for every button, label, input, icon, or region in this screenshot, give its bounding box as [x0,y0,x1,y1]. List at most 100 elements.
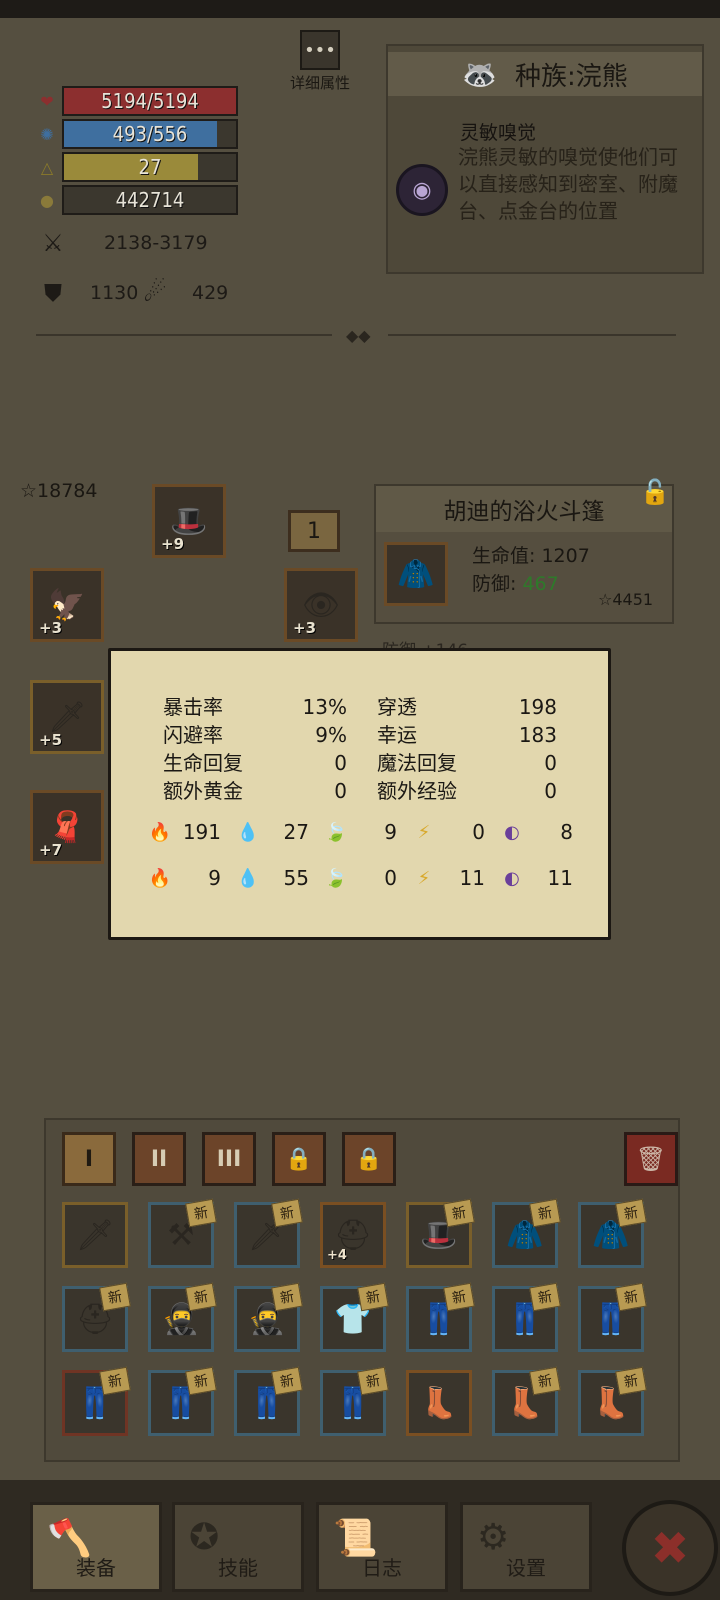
nav-settings-label: 设置 [506,1556,546,1580]
new-badge: 新 [271,1282,303,1312]
mp-text: 493/556 [112,122,188,146]
inventory-item[interactable]: 🗡 [62,1202,128,1268]
inventory-item[interactable]: 🥷 新 [234,1282,303,1352]
count-badge: 1 [288,510,340,552]
more-icon: ••• [300,30,340,70]
gold-icon: ● [40,190,54,210]
new-badge: 新 [99,1366,131,1396]
game-screen: ❤ 5194/5194 ✺ 493/556 △ 27 ● 442714 ⚔ 21… [0,0,720,1600]
race-panel: 🦝 种族:浣熊 灵敏嗅觉 ◉ 浣熊灵敏的嗅觉使他们可以直接感知到密室、附魔台、点… [386,44,704,274]
nav-skills-button[interactable]: ✪ 技能 [172,1502,304,1592]
divider-right [388,334,676,336]
new-badge: 新 [185,1198,217,1228]
inventory-item[interactable]: 👖 新 [492,1282,561,1352]
hp-bar: 5194/5194 [62,86,238,116]
inventory-item[interactable]: 🧥 新 [578,1198,647,1268]
item-icon: 🗡 [75,1217,115,1253]
resist-elements-row: 🔥 9 💧 55 🍃 0 ⚡ 11 ◐ 11 [148,866,573,890]
inventory-tab-locked-4[interactable]: 🔒 [272,1132,326,1186]
trash-button[interactable]: 🗑 [624,1132,678,1186]
fire-attack-icon: 🔥 [148,821,172,843]
inventory-item[interactable]: 👖 新 [62,1366,131,1436]
nav-skills-label: 技能 [218,1556,258,1580]
level-icon: △ [40,157,54,177]
axe-icon: 🪓 [47,1518,92,1559]
item-title: 胡迪的浴火斗篷 [376,486,672,532]
sword-icon: 🗡 [47,699,87,735]
inventory-item[interactable]: ⛑ 新 [62,1282,131,1352]
inventory-item[interactable]: 🧥 新 [492,1198,561,1268]
inventory-tab-locked-5[interactable]: 🔒 [342,1132,396,1186]
new-badge: 新 [185,1366,217,1396]
inventory-item[interactable]: ⚒ 新 [148,1198,217,1268]
weapon-slot[interactable]: 🗡 +5 [30,680,104,754]
heart-icon: ❤ [40,91,54,111]
new-badge: 新 [615,1282,647,1312]
new-badge: 新 [615,1366,647,1396]
inventory-item[interactable]: 👖 新 [148,1366,217,1436]
inventory-item[interactable]: 👖 新 [578,1282,647,1352]
divider-left [36,334,332,336]
nav-settings-button[interactable]: ⚙ 设置 [460,1502,592,1592]
gold-row: ● 442714 [36,185,238,215]
trinket-slot[interactable]: 👁 +3 [284,568,358,642]
inventory-item[interactable]: 🎩 新 [406,1198,475,1268]
star-icon: ☆ [20,480,38,502]
helmet-slot[interactable]: 🎩 +9 [152,484,226,558]
inventory-item[interactable]: 👖 新 [406,1282,475,1352]
raccoon-icon: 🦝 [462,57,498,91]
detail-attributes-button[interactable]: ••• 详细属性 [280,30,360,93]
attack-value: 2138-3179 [104,232,208,254]
swords-icon: ⚔ [42,229,64,257]
nav-log-button[interactable]: 📜 日志 [316,1502,448,1592]
item-icon: 👢 [420,1385,458,1421]
shoulder-icon: 🦅 [48,587,86,623]
scroll-icon: 📜 [333,1518,378,1559]
new-badge: 新 [271,1366,303,1396]
gear-icon: ⚙ [477,1517,510,1558]
inventory-tab-2[interactable]: II [132,1132,186,1186]
item-score: ☆4451 [598,590,654,609]
level-row: △ 27 [36,152,238,182]
dark-resist-icon: ◐ [504,867,520,889]
new-badge: 新 [529,1366,561,1396]
equip-score: ☆18784 [20,480,98,502]
nav-equip-button[interactable]: 🪓 装备 [30,1502,162,1592]
inventory-item[interactable]: 🗡 新 [234,1198,303,1268]
race-title-bar: 🦝 种族:浣熊 [388,52,702,96]
cloak-icon: 🧥 [397,556,435,592]
race-skill-name: 灵敏嗅觉 [460,122,537,144]
gold-text: 442714 [115,188,185,212]
new-badge: 新 [529,1198,561,1228]
hp-row: ❤ 5194/5194 [36,86,238,116]
item-stats: 生命值: 1207 防御: 467 [472,542,590,598]
unlock-icon[interactable]: 🔓 [640,478,670,506]
inventory-item[interactable]: 👢 新 [578,1366,647,1436]
new-badge: 新 [443,1282,475,1312]
cloak-slot[interactable]: 🧣 +7 [30,790,104,864]
dark-attack-icon: ◐ [504,821,520,843]
inventory-item[interactable]: ⛑ +4 [320,1202,386,1268]
level-bar: 27 [62,152,238,182]
item-def-label: 防御: [472,573,517,595]
shoulder-slot[interactable]: 🦅 +3 [30,568,104,642]
inventory-tab-3[interactable]: III [202,1132,256,1186]
race-skill-desc: 浣熊灵敏的嗅觉使他们可以直接感知到密室、附魔台、点金台的位置 [458,145,678,223]
inventory-item[interactable]: 👖 新 [320,1366,389,1436]
item-level: +4 [327,1248,347,1263]
inventory-item[interactable]: 🥷 新 [148,1282,217,1352]
mp-bar: 493/556 [62,119,238,149]
inventory-item[interactable]: 👕 新 [320,1282,389,1352]
item-detail-panel: 胡迪的浴火斗篷 🧥 生命值: 1207 防御: 467 ☆4451 [374,484,674,624]
fire-resist-icon: 🔥 [148,867,172,889]
water-resist-icon: 💧 [236,867,260,889]
inventory-item[interactable]: 👢 [406,1370,472,1436]
inventory-item[interactable]: 👢 新 [492,1366,561,1436]
mp-row: ✺ 493/556 [36,119,238,149]
new-badge: 新 [99,1282,131,1312]
inventory-tab-1[interactable]: I [62,1132,116,1186]
new-badge: 新 [271,1198,303,1228]
close-button[interactable]: ✖ [622,1500,718,1596]
inventory-item[interactable]: 👖 新 [234,1366,303,1436]
mana-icon: ✺ [40,124,54,144]
